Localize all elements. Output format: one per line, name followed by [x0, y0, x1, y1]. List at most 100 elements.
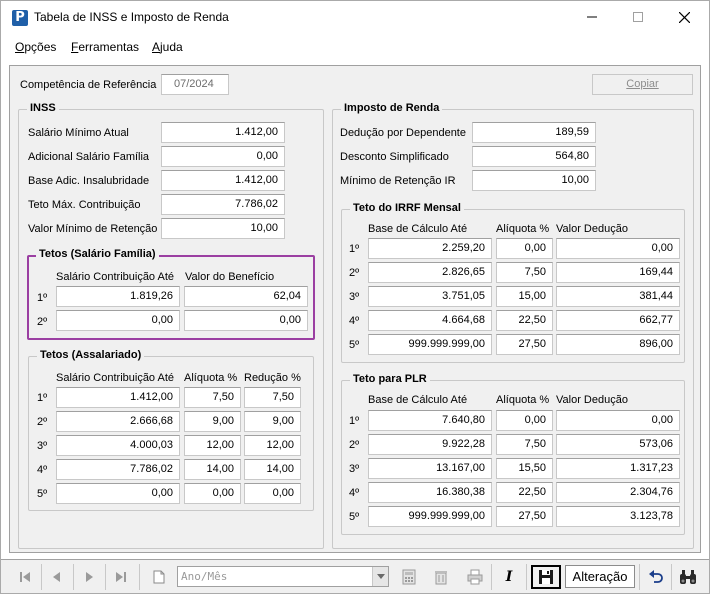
plr-base-field[interactable]: 9.922,28: [368, 434, 492, 455]
ir-label: Mínimo de Retenção IR: [340, 175, 456, 187]
irrf-base-field[interactable]: 3.751,05: [368, 286, 492, 307]
next-record-button[interactable]: [75, 564, 103, 590]
base-insalubridade-field[interactable]: 1.412,00: [161, 170, 285, 191]
familia-beneficio-field[interactable]: 62,04: [184, 286, 308, 307]
irrf-base-field[interactable]: 2.259,20: [368, 238, 492, 259]
assalariado-aliquota-field[interactable]: 12,00: [184, 435, 241, 456]
plr-aliquota-field[interactable]: 0,00: [496, 410, 553, 431]
plr-aliquota-field[interactable]: 7,50: [496, 434, 553, 455]
plr-deducao-field[interactable]: 1.317,23: [556, 458, 680, 479]
inss-title: INSS: [27, 102, 59, 114]
assalariado-salario-field[interactable]: 1.412,00: [56, 387, 180, 408]
irrf-deducao-field[interactable]: 662,77: [556, 310, 680, 331]
irrf-aliquota-field[interactable]: 7,50: [496, 262, 553, 283]
minimize-button[interactable]: [569, 1, 615, 33]
inss-label: Base Adic. Insalubridade: [28, 175, 150, 187]
assalariado-salario-field[interactable]: 0,00: [56, 483, 180, 504]
column-header: Alíquota %: [496, 223, 550, 235]
plr-deducao-field[interactable]: 573,06: [556, 434, 680, 455]
assalariado-reducao-field[interactable]: 7,50: [244, 387, 301, 408]
row-ordinal: 3º: [37, 440, 48, 452]
plr-aliquota-field[interactable]: 27,50: [496, 506, 553, 527]
teto-contribuicao-field[interactable]: 7.786,02: [161, 194, 285, 215]
tetos-familia-title: Tetos (Salário Família): [36, 248, 159, 260]
assalariado-salario-field[interactable]: 7.786,02: [56, 459, 180, 480]
dropdown-arrow-button[interactable]: [372, 567, 388, 586]
irrf-deducao-field[interactable]: 169,44: [556, 262, 680, 283]
floppy-disk-icon: [539, 570, 553, 584]
irrf-base-field[interactable]: 999.999.999,00: [368, 334, 492, 355]
save-button[interactable]: [531, 565, 561, 589]
previous-record-button[interactable]: [43, 564, 71, 590]
competencia-field[interactable]: 07/2024: [161, 74, 229, 95]
irrf-base-field[interactable]: 4.664,68: [368, 310, 492, 331]
next-record-icon: [86, 572, 93, 582]
assalariado-reducao-field[interactable]: 9,00: [244, 411, 301, 432]
plr-deducao-field[interactable]: 2.304,76: [556, 482, 680, 503]
irrf-deducao-field[interactable]: 896,00: [556, 334, 680, 355]
assalariado-aliquota-field[interactable]: 7,50: [184, 387, 241, 408]
adicional-salario-familia-field[interactable]: 0,00: [161, 146, 285, 167]
irrf-deducao-field[interactable]: 381,44: [556, 286, 680, 307]
period-select[interactable]: Ano/Mês: [177, 566, 389, 587]
plr-aliquota-field[interactable]: 22,50: [496, 482, 553, 503]
ir-label: Dedução por Dependente: [340, 127, 466, 139]
irrf-aliquota-field[interactable]: 22,50: [496, 310, 553, 331]
inss-label: Salário Mínimo Atual: [28, 127, 129, 139]
toolbar-separator: [639, 564, 640, 590]
plr-base-field[interactable]: 7.640,80: [368, 410, 492, 431]
copiar-button[interactable]: Copiar: [592, 74, 693, 95]
assalariado-aliquota-field[interactable]: 9,00: [184, 411, 241, 432]
plr-base-field[interactable]: 999.999.999,00: [368, 506, 492, 527]
search-button[interactable]: [674, 564, 702, 590]
ir-label: Desconto Simplificado: [340, 151, 449, 163]
italic-button[interactable]: I: [495, 564, 523, 590]
print-button[interactable]: [461, 564, 489, 590]
menu-opcoes[interactable]: Opções: [15, 40, 56, 54]
menu-ajuda[interactable]: Ajuda: [152, 40, 183, 54]
valor-minimo-retencao-field[interactable]: 10,00: [161, 218, 285, 239]
familia-beneficio-field[interactable]: 0,00: [184, 310, 308, 331]
menu-ferramentas[interactable]: Ferramentas: [71, 40, 139, 54]
assalariado-aliquota-field[interactable]: 14,00: [184, 459, 241, 480]
delete-button[interactable]: [427, 564, 455, 590]
toolbar-separator: [105, 564, 106, 590]
row-ordinal: 4º: [349, 315, 360, 327]
irrf-aliquota-field[interactable]: 27,50: [496, 334, 553, 355]
first-record-button[interactable]: [11, 564, 39, 590]
plr-deducao-field[interactable]: 0,00: [556, 410, 680, 431]
plr-base-field[interactable]: 16.380,38: [368, 482, 492, 503]
close-button[interactable]: [661, 1, 707, 33]
undo-button[interactable]: [642, 564, 670, 590]
irrf-deducao-field[interactable]: 0,00: [556, 238, 680, 259]
plr-deducao-field[interactable]: 3.123,78: [556, 506, 680, 527]
assalariado-salario-field[interactable]: 4.000,03: [56, 435, 180, 456]
row-ordinal: 2º: [349, 439, 360, 451]
calculate-button[interactable]: [395, 564, 423, 590]
toolbar-separator: [671, 564, 672, 590]
inss-label: Adicional Salário Família: [28, 151, 150, 163]
irrf-aliquota-field[interactable]: 0,00: [496, 238, 553, 259]
irrf-aliquota-field[interactable]: 15,00: [496, 286, 553, 307]
tetos-assalariado-title: Tetos (Assalariado): [37, 349, 145, 361]
salario-minimo-field[interactable]: 1.412,00: [161, 122, 285, 143]
assalariado-reducao-field[interactable]: 14,00: [244, 459, 301, 480]
deducao-dependente-field[interactable]: 189,59: [472, 122, 596, 143]
new-record-button[interactable]: [145, 564, 173, 590]
assalariado-aliquota-field[interactable]: 0,00: [184, 483, 241, 504]
irrf-base-field[interactable]: 2.826,65: [368, 262, 492, 283]
familia-salario-field[interactable]: 0,00: [56, 310, 180, 331]
teto-plr-title: Teto para PLR: [350, 373, 430, 385]
plr-base-field[interactable]: 13.167,00: [368, 458, 492, 479]
app-logo-icon: P: [12, 10, 28, 26]
assalariado-reducao-field[interactable]: 12,00: [244, 435, 301, 456]
assalariado-reducao-field[interactable]: 0,00: [244, 483, 301, 504]
minimo-retencao-ir-field[interactable]: 10,00: [472, 170, 596, 191]
row-ordinal: 3º: [349, 291, 360, 303]
desconto-simplificado-field[interactable]: 564,80: [472, 146, 596, 167]
familia-salario-field[interactable]: 1.819,26: [56, 286, 180, 307]
plr-aliquota-field[interactable]: 15,50: [496, 458, 553, 479]
assalariado-salario-field[interactable]: 2.666,68: [56, 411, 180, 432]
maximize-button[interactable]: [615, 1, 661, 33]
last-record-button[interactable]: [107, 564, 135, 590]
